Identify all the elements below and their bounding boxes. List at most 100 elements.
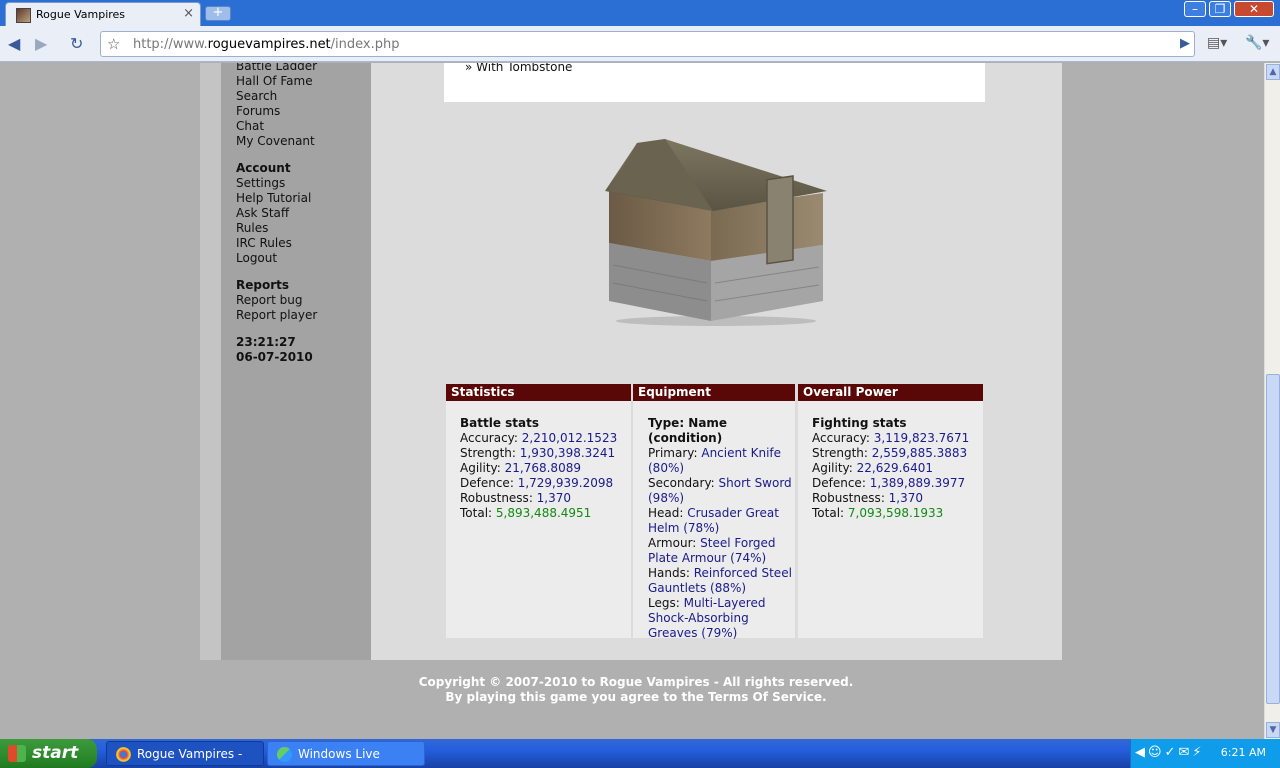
fighting-stats-heading: Fighting stats (812, 416, 907, 430)
sidebar-item-chat[interactable]: Chat (236, 119, 317, 134)
sidebar-item-irc-rules[interactable]: IRC Rules (236, 236, 311, 251)
bookmark-star-icon[interactable]: ☆ (107, 35, 120, 53)
stat-row: Total: 7,093,598.1933 (812, 506, 983, 521)
tombstone-link[interactable]: » With Tombstone (465, 63, 572, 74)
tab-close-icon[interactable]: × (183, 6, 194, 21)
scroll-up-arrow-icon[interactable]: ▲ (1266, 64, 1280, 80)
url-path: /index.php (330, 37, 400, 52)
page-footer: Copyright © 2007-2010 to Rogue Vampires … (200, 675, 1072, 705)
scrollbar-thumb[interactable] (1266, 374, 1280, 704)
stat-row: Robustness: 1,370 (812, 491, 983, 506)
stat-label: Accuracy: (460, 431, 522, 445)
stat-label: Strength: (460, 446, 520, 460)
sidebar-item-help-tutorial[interactable]: Help Tutorial (236, 191, 311, 206)
stat-label: Total: (812, 506, 848, 520)
reports-heading: Reports (236, 278, 290, 292)
site-favicon-icon (16, 8, 31, 23)
stat-row: Primary: Ancient Knife (80%) (648, 446, 793, 476)
statistics-header: Statistics (446, 384, 631, 401)
stat-label: Total: (460, 506, 496, 520)
stat-label: Primary: (648, 446, 702, 460)
fighting-stats-list: Accuracy: 3,119,823.7671 Strength: 2,559,… (812, 431, 983, 521)
browser-toolbar: ◀ ▶ ↻ ☆ http://www.roguevampires.net/ind… (0, 26, 1280, 62)
site-left-gutter (200, 63, 221, 660)
taskbar-item-messenger[interactable]: Windows Live Messen... (267, 741, 425, 766)
reports-menu: Reports Report bug Report player (236, 278, 317, 323)
sidebar-item-report-player[interactable]: Report player (236, 308, 317, 323)
stat-value: 5,893,488.4951 (495, 506, 592, 520)
stat-label: Defence: (812, 476, 870, 490)
stat-value: 22,629.6401 (856, 461, 933, 475)
server-date: 06-07-2010 (236, 350, 313, 364)
equipment-panel: Equipment Type: Name (condition) Primary… (633, 384, 795, 641)
sidebar-item-search[interactable]: Search (236, 89, 317, 104)
sidebar-item-hall-of-fame[interactable]: Hall Of Fame (236, 74, 317, 89)
stat-row: Secondary: Short Sword (98%) (648, 476, 793, 506)
copyright-text: Copyright © 2007-2010 to Rogue Vampires … (418, 675, 854, 689)
sidebar-item-settings[interactable]: Settings (236, 176, 311, 191)
stat-row: Robustness: 1,370 (460, 491, 631, 506)
sidebar-item-battle-ladder[interactable]: Battle Ladder (236, 63, 317, 74)
terms-text[interactable]: By playing this game you agree to the Te… (200, 690, 1072, 705)
sidebar-item-ask-staff[interactable]: Ask Staff (236, 206, 311, 221)
stat-label: Robustness: (812, 491, 889, 505)
stat-row: Strength: 1,930,398.3241 (460, 446, 631, 461)
stat-label: Armour: (648, 536, 701, 550)
browser-tab[interactable]: Rogue Vampires × (5, 2, 201, 26)
forward-arrow-icon[interactable]: ▶ (35, 34, 47, 53)
stat-label: Hands: (648, 566, 694, 580)
tab-title: Rogue Vampires (36, 8, 126, 21)
stat-value: 1,370 (888, 491, 924, 505)
sidebar-item-report-bug[interactable]: Report bug (236, 293, 317, 308)
reload-icon[interactable]: ↻ (70, 34, 83, 53)
community-menu: Battle Ladder Hall Of Fame Search Forums Cha… (236, 63, 317, 149)
equipment-type-heading: Type: Name (condition) (648, 416, 728, 445)
stat-label: Head: (648, 506, 688, 520)
vertical-scrollbar[interactable]: ▲ ▼ (1264, 63, 1280, 739)
sidebar-item-my-covenant[interactable]: My Covenant (236, 134, 317, 149)
server-clock: 23:21:27 06-07-2010 (236, 335, 313, 365)
go-icon[interactable]: ▶ (1180, 36, 1190, 51)
messenger-icon (277, 747, 292, 762)
start-button[interactable]: start (0, 739, 97, 768)
maximize-button[interactable]: ❐ (1209, 1, 1231, 17)
url-prefix: http://www. (133, 37, 208, 52)
account-menu: Account Settings Help Tutorial Ask Staff Ru… (236, 161, 311, 266)
sidebar-item-logout[interactable]: Logout (236, 251, 311, 266)
stat-value: 1,370 (536, 491, 572, 505)
sidebar-item-forums[interactable]: Forums (236, 104, 317, 119)
close-window-button[interactable]: ✕ (1234, 1, 1274, 17)
top-info-box: » With Tombstone (444, 63, 985, 102)
stat-value: 3,119,823.7671 (873, 431, 970, 445)
scroll-down-arrow-icon[interactable]: ▼ (1266, 722, 1280, 738)
new-tab-button[interactable]: + (205, 6, 231, 21)
stat-row: Agility: 22,629.6401 (812, 461, 983, 476)
house-image (605, 139, 827, 326)
start-label: start (32, 743, 79, 763)
battle-stats-heading: Battle stats (460, 416, 540, 430)
stat-row: Armour: Steel Forged Plate Armour (74%) (648, 536, 793, 566)
url-text[interactable]: http://www.roguevampires.net/index.php (133, 37, 400, 52)
stat-value: 2,210,012.1523 (521, 431, 618, 445)
sidebar: Battle Ladder Hall Of Fame Search Forums Cha… (221, 63, 371, 660)
address-bar[interactable]: ☆ http://www.roguevampires.net/index.php… (100, 31, 1195, 57)
equipment-header: Equipment (633, 384, 795, 401)
sidebar-item-rules[interactable]: Rules (236, 221, 311, 236)
page-menu-icon[interactable]: ▤▾ (1207, 35, 1227, 51)
stat-row: Defence: 1,389,889.3977 (812, 476, 983, 491)
stat-label: Robustness: (460, 491, 537, 505)
wrench-menu-icon[interactable]: 🔧▾ (1245, 35, 1269, 51)
stat-label: Strength: (812, 446, 872, 460)
chrome-icon (116, 747, 131, 762)
back-arrow-icon[interactable]: ◀ (8, 34, 20, 53)
stat-label: Agility: (812, 461, 857, 475)
browser-tab-strip: Rogue Vampires × + – ❐ ✕ (0, 0, 1280, 26)
taskbar-item-chrome[interactable]: Rogue Vampires - Go... (106, 741, 264, 766)
equipment-list: Primary: Ancient Knife (80%) Secondary: S… (648, 446, 793, 641)
stat-row: Head: Crusader Great Helm (78%) (648, 506, 793, 536)
minimize-button[interactable]: – (1184, 1, 1206, 17)
tray-icons[interactable]: ◀☺✓✉⚡ (1135, 745, 1204, 760)
stat-label: Agility: (460, 461, 505, 475)
page-viewport: Battle Ladder Hall Of Fame Search Forums Cha… (0, 63, 1264, 739)
server-time: 23:21:27 (236, 335, 296, 349)
